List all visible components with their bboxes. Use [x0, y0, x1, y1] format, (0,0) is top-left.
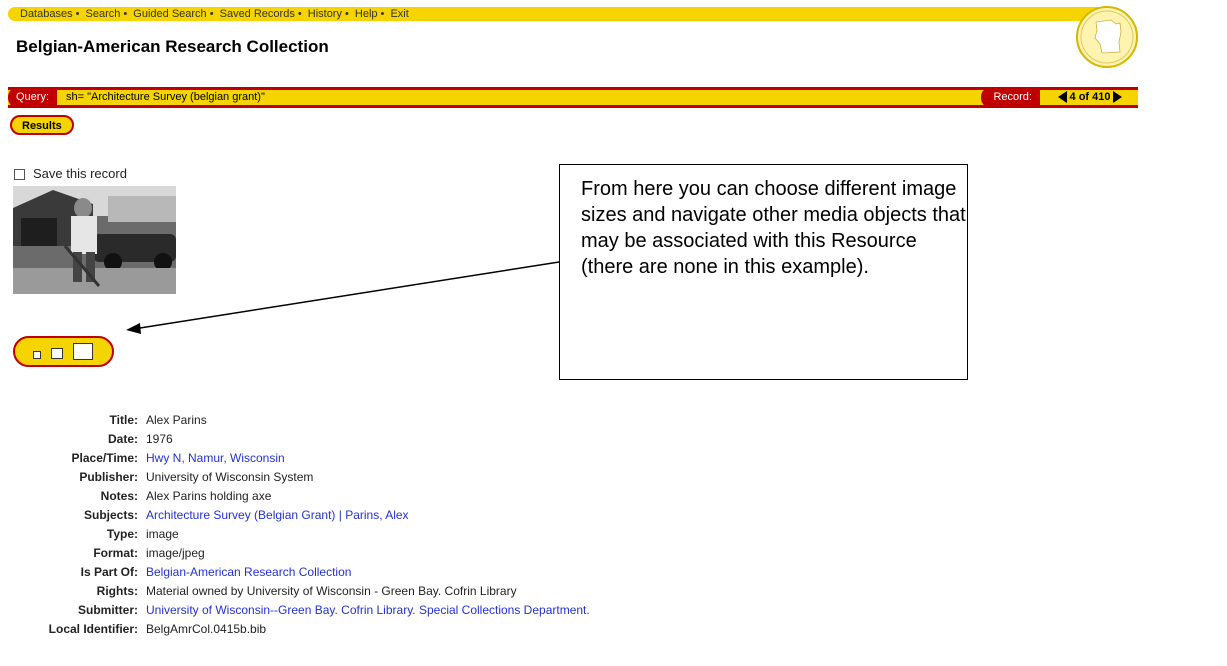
image-size-selector	[13, 336, 114, 367]
metadata-value: Alex Parins holding axe	[146, 489, 272, 503]
place-time-link[interactable]: Hwy N, Namur, Wisconsin	[146, 449, 285, 468]
small-size-icon[interactable]	[33, 351, 41, 359]
record-label: Record:	[981, 87, 1040, 108]
nav-history[interactable]: History	[308, 8, 342, 20]
nav-databases[interactable]: Databases	[20, 8, 73, 20]
metadata-label: Submitter:	[78, 603, 138, 617]
metadata-label: Date:	[107, 432, 138, 446]
nav-help[interactable]: Help	[355, 8, 378, 20]
metadata-label: Title:	[109, 413, 138, 427]
wisconsin-seal-logo	[1076, 6, 1138, 68]
query-label: Query:	[8, 87, 58, 108]
page-title: Belgian-American Research Collection	[16, 37, 329, 56]
is-part-of-link[interactable]: Belgian-American Research Collection	[146, 563, 351, 582]
submitter-link[interactable]: University of Wisconsin--Green Bay. Cofr…	[146, 601, 590, 620]
previous-record-icon[interactable]	[1057, 91, 1067, 104]
metadata-label: Notes:	[100, 489, 138, 503]
metadata-label: Subjects:	[83, 508, 138, 522]
metadata-value: BelgAmrCol.0415b.bib	[146, 622, 267, 636]
next-record-icon[interactable]	[1113, 91, 1123, 104]
nav-separator: •	[297, 8, 302, 20]
query-text[interactable]: sh= "Architecture Survey (belgian grant)…	[66, 90, 265, 105]
metadata-label: Rights:	[96, 584, 138, 598]
nav-search[interactable]: Search	[86, 8, 121, 20]
save-record-checkbox[interactable]	[14, 169, 25, 181]
subjects-link[interactable]: Architecture Survey (Belgian Grant) | Pa…	[146, 506, 409, 525]
record-navigator: 4 of 410	[1042, 90, 1138, 105]
nav-saved-records[interactable]: Saved Records	[220, 8, 295, 20]
nav-separator: •	[123, 8, 128, 20]
large-size-icon[interactable]	[73, 343, 93, 360]
metadata-label: Publisher:	[79, 470, 138, 484]
metadata-value: image	[146, 527, 179, 541]
save-record-label: Save this record	[33, 166, 127, 181]
metadata-value: 1976	[146, 432, 173, 446]
metadata-label: Is Part Of:	[80, 565, 138, 579]
save-record-control: Save this record	[14, 166, 127, 181]
annotation-callout: From here you can choose different image…	[559, 164, 968, 380]
record-photo[interactable]	[13, 186, 176, 294]
record-position: 4 of 410	[1069, 91, 1111, 103]
metadata-value: Material owned by University of Wisconsi…	[146, 584, 517, 598]
nav-separator: •	[209, 8, 214, 20]
nav-exit[interactable]: Exit	[390, 8, 408, 20]
metadata-label: Place/Time:	[71, 451, 138, 465]
query-bar: Query: sh= "Architecture Survey (belgian…	[8, 87, 1138, 108]
metadata-value: Alex Parins	[146, 413, 207, 427]
nav-separator: •	[75, 8, 80, 20]
metadata-label: Type:	[106, 527, 138, 541]
nav-separator: •	[344, 8, 349, 20]
top-navigation: Databases • Search • Guided Search • Saved …	[8, 7, 1108, 21]
medium-size-icon[interactable]	[51, 348, 63, 359]
metadata-label: Format:	[93, 546, 138, 560]
metadata-label: Local Identifier:	[48, 622, 138, 636]
nav-guided-search[interactable]: Guided Search	[133, 8, 206, 20]
results-button[interactable]: Results	[10, 115, 74, 135]
metadata-value: image/jpeg	[146, 546, 205, 560]
metadata-value: University of Wisconsin System	[146, 470, 314, 484]
nav-separator: •	[380, 8, 385, 20]
